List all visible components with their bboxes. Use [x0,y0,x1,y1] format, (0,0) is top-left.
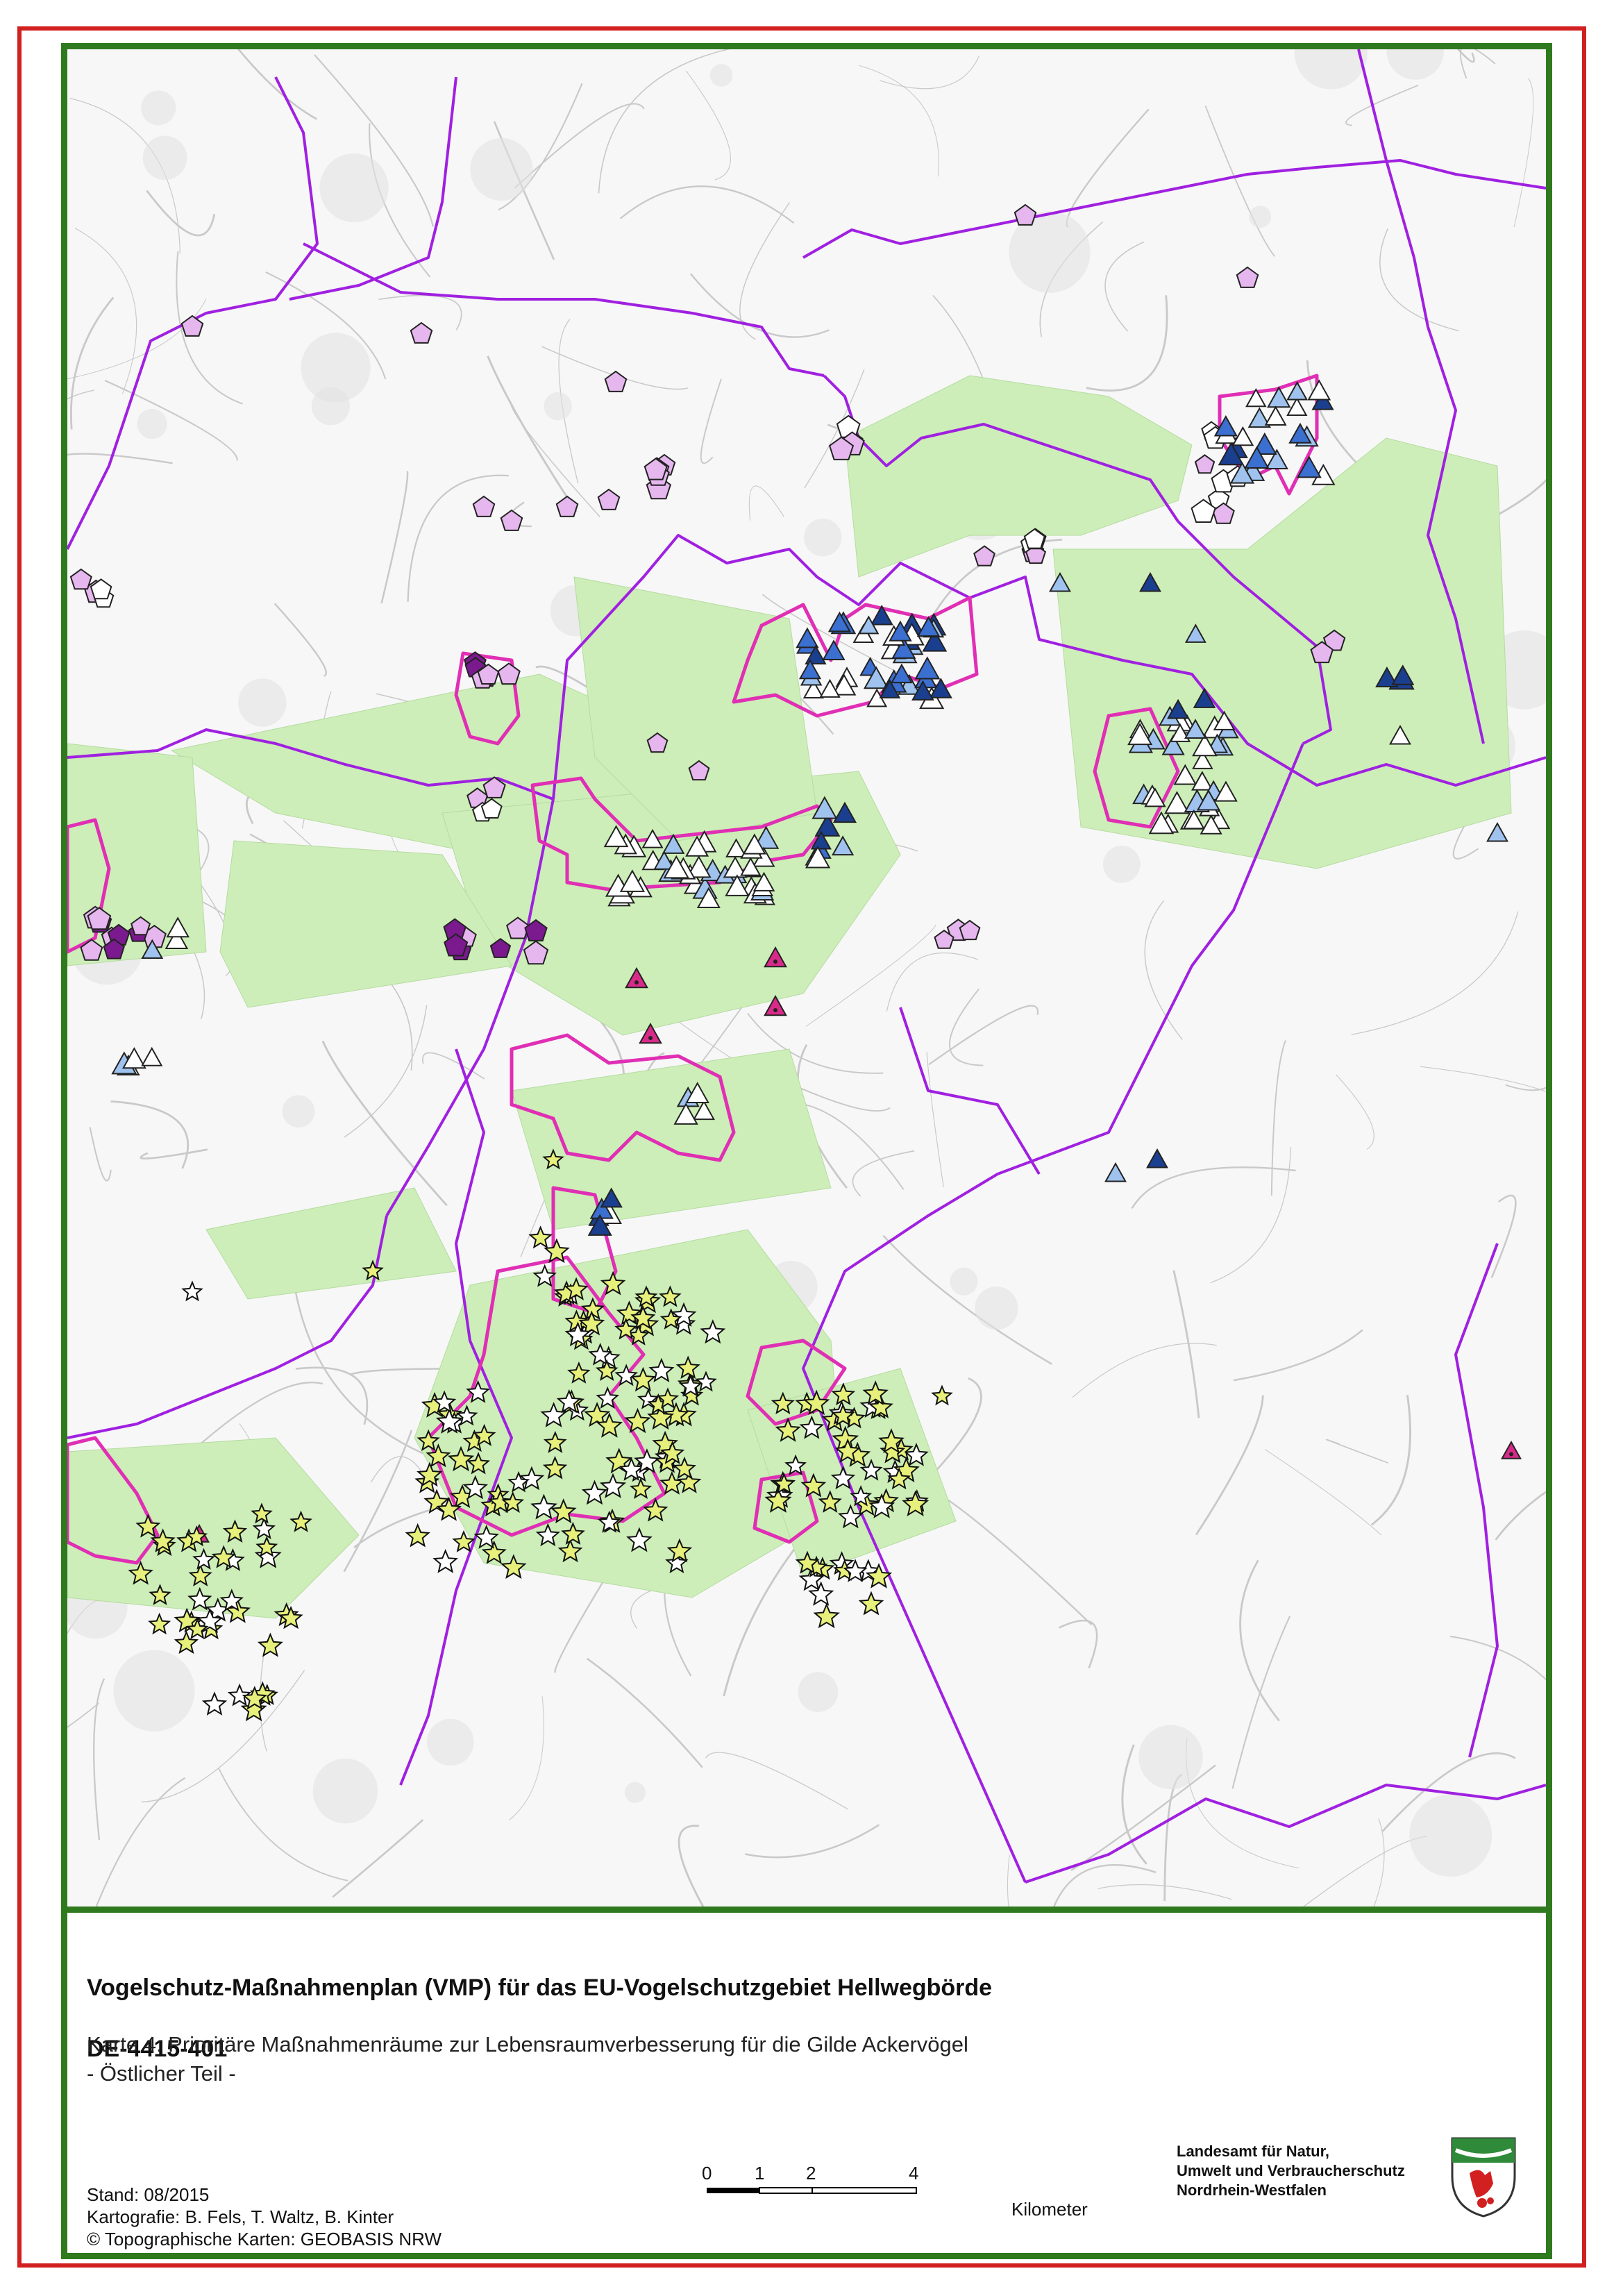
settlement [113,1650,195,1732]
settlement [319,153,389,223]
agency-name: Landesamt für Natur, Umwelt und Verbrauc… [1177,2142,1405,2200]
settlement [709,64,733,87]
map-panel[interactable] [61,43,1552,1922]
settlement [1409,1794,1492,1877]
scale-tick-4: 4 [909,2163,919,2184]
settlement [975,1287,1018,1330]
map-subtitle: Karte 4: Prioritäre Maßnahmenräume zur L… [87,2032,968,2056]
scale-bar-graphic [707,2187,917,2194]
settlement [312,1758,378,1824]
legend-panel: Vogelschutz-Maßnahmenplan (VMP) für das … [61,1907,1552,2259]
settlement [544,392,572,421]
settlement [1249,206,1272,228]
settlement [804,518,842,557]
triangle-dot [773,1008,777,1012]
triangle-dot [1509,1452,1513,1457]
nrw-crest-icon [1451,2137,1516,2218]
stand-date: Stand: 08/2015 [87,2184,210,2205]
settlement [142,135,187,181]
scale-tick-1: 1 [755,2163,765,2184]
triangle-dot [773,960,777,964]
settlement [624,1782,646,1803]
scale-unit: Kilometer [1011,2199,1088,2220]
settlement [282,1095,315,1128]
triangle-dot [634,980,639,984]
settlement [427,1718,474,1766]
settlement [798,1672,839,1712]
settlement [950,1267,978,1296]
settlement [301,333,371,403]
agency-line2: Umwelt und Verbraucherschutz [1177,2162,1405,2179]
settlement [470,137,533,201]
map-subtitle-part: - Östlicher Teil - [87,2061,236,2086]
settlement [141,90,176,126]
map-title-line1: Vogelschutz-Maßnahmenplan (VMP) für das … [87,1975,993,2001]
scale-bar: 0 1 2 4 Kilometer [699,2163,1088,2225]
agency-line1: Landesamt für Natur, [1177,2143,1330,2160]
map-canvas[interactable] [67,49,1546,1916]
settlement [1138,1725,1203,1790]
settlement [238,678,287,727]
map-metadata: Stand: 08/2015 Kartografie: B. Fels, T. … [87,2184,442,2250]
triangle-dot [648,1036,653,1040]
cartography-credit: Kartografie: B. Fels, T. Waltz, B. Kinte… [87,2206,394,2227]
copyright-notice: © Topographische Karten: GEOBASIS NRW [87,2229,442,2249]
scale-tick-2: 2 [806,2163,816,2184]
settlement [137,408,167,439]
settlement [1103,846,1141,883]
scale-tick-0: 0 [702,2163,712,2184]
agency-line3: Nordrhein-Westfalen [1177,2181,1327,2199]
